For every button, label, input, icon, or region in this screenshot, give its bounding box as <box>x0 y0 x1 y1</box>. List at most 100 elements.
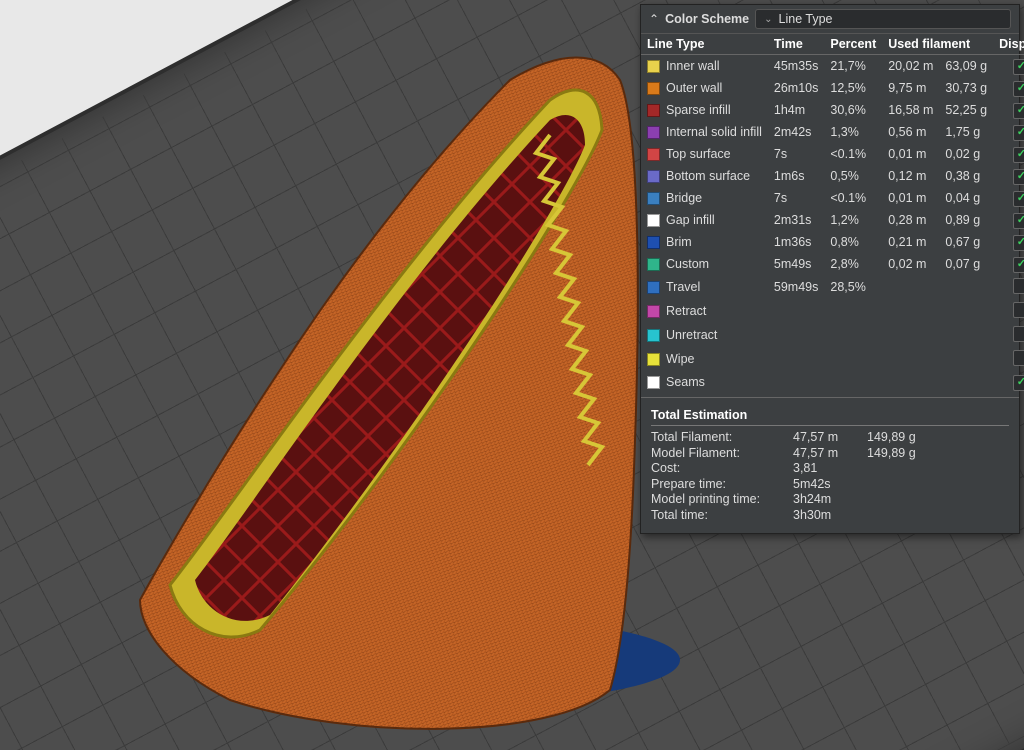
line-type-name: Internal solid infill <box>666 125 762 139</box>
col-used: Used filament <box>882 34 993 55</box>
cell-used-weight: 0,04 g <box>939 187 993 209</box>
table-row[interactable]: Sparse infill1h4m30,6%16,58 m52,25 g <box>641 99 1024 121</box>
table-row[interactable]: Brim1m36s0,8%0,21 m0,67 g <box>641 231 1024 253</box>
col-linetype: Line Type <box>641 34 768 55</box>
est-label: Cost: <box>651 461 779 475</box>
cell-percent <box>824 323 882 347</box>
display-checkbox[interactable] <box>1013 235 1024 251</box>
table-row[interactable]: Internal solid infill2m42s1,3%0,56 m1,75… <box>641 121 1024 143</box>
display-checkbox[interactable] <box>1013 350 1024 366</box>
cell-used-length: 16,58 m <box>882 99 939 121</box>
cell-percent: <0.1% <box>824 143 882 165</box>
est-label: Total time: <box>651 508 779 522</box>
line-type-name: Inner wall <box>666 59 720 73</box>
col-time: Time <box>768 34 824 55</box>
display-checkbox[interactable] <box>1013 125 1024 141</box>
line-type-name: Bottom surface <box>666 169 750 183</box>
est-label: Total Filament: <box>651 430 779 444</box>
color-swatch <box>647 60 660 73</box>
color-swatch <box>647 305 660 318</box>
display-checkbox[interactable] <box>1013 81 1024 97</box>
line-type-name: Top surface <box>666 147 731 161</box>
table-row[interactable]: Bridge7s<0.1%0,01 m0,04 g <box>641 187 1024 209</box>
line-type-name: Seams <box>666 375 705 389</box>
table-row[interactable]: Top surface7s<0.1%0,01 m0,02 g <box>641 143 1024 165</box>
cell-used-weight: 63,09 g <box>939 55 993 78</box>
estimation-row: Cost:3,81 <box>651 461 1009 475</box>
cell-percent: 1,3% <box>824 121 882 143</box>
table-row[interactable]: Unretract <box>641 323 1024 347</box>
cell-time: 2m31s <box>768 209 824 231</box>
line-type-name: Outer wall <box>666 81 722 95</box>
table-row[interactable]: Inner wall45m35s21,7%20,02 m63,09 g <box>641 55 1024 78</box>
cell-used-weight <box>939 275 993 299</box>
line-type-name: Sparse infill <box>666 103 731 117</box>
cell-time: 45m35s <box>768 55 824 78</box>
table-row[interactable]: Bottom surface1m6s0,5%0,12 m0,38 g <box>641 165 1024 187</box>
display-checkbox[interactable] <box>1013 103 1024 119</box>
cell-time: 7s <box>768 187 824 209</box>
display-checkbox[interactable] <box>1013 191 1024 207</box>
col-display: Display <box>993 34 1024 55</box>
display-checkbox[interactable] <box>1013 257 1024 273</box>
cell-used-weight: 0,67 g <box>939 231 993 253</box>
cell-time <box>768 323 824 347</box>
line-type-name: Wipe <box>666 352 694 366</box>
cell-time <box>768 299 824 323</box>
table-row[interactable]: Outer wall26m10s12,5%9,75 m30,73 g <box>641 77 1024 99</box>
cell-time: 1m6s <box>768 165 824 187</box>
cell-used-weight: 0,07 g <box>939 253 993 275</box>
color-swatch <box>647 126 660 139</box>
cell-time: 26m10s <box>768 77 824 99</box>
color-swatch <box>647 82 660 95</box>
chevron-down-icon: ⌄ <box>764 14 772 25</box>
cell-used-weight: 30,73 g <box>939 77 993 99</box>
display-checkbox[interactable] <box>1013 278 1024 294</box>
display-checkbox[interactable] <box>1013 59 1024 75</box>
est-value-1: 47,57 m <box>793 430 853 444</box>
line-type-name: Brim <box>666 235 692 249</box>
3d-viewport[interactable]: Bambu Text <box>0 0 1024 750</box>
estimation-row: Total time:3h30m <box>651 508 1009 522</box>
est-label: Model printing time: <box>651 492 779 506</box>
cell-time <box>768 371 824 393</box>
estimation-row: Model Filament:47,57 m149,89 g <box>651 446 1009 460</box>
table-row[interactable]: Custom5m49s2,8%0,02 m0,07 g <box>641 253 1024 275</box>
cell-used-length <box>882 347 939 371</box>
table-row[interactable]: Wipe <box>641 347 1024 371</box>
cell-used-length: 20,02 m <box>882 55 939 78</box>
display-checkbox[interactable] <box>1013 302 1024 318</box>
cell-time: 7s <box>768 143 824 165</box>
table-row[interactable]: Seams <box>641 371 1024 393</box>
color-swatch <box>647 281 660 294</box>
cell-percent: 12,5% <box>824 77 882 99</box>
estimation-row: Total Filament:47,57 m149,89 g <box>651 430 1009 444</box>
cell-used-weight: 52,25 g <box>939 99 993 121</box>
display-checkbox[interactable] <box>1013 326 1024 342</box>
table-row[interactable]: Retract <box>641 299 1024 323</box>
cell-used-length <box>882 299 939 323</box>
est-label: Prepare time: <box>651 477 779 491</box>
color-swatch <box>647 376 660 389</box>
cell-used-weight <box>939 299 993 323</box>
est-label: Model Filament: <box>651 446 779 460</box>
cell-time: 59m49s <box>768 275 824 299</box>
color-scheme-select[interactable]: ⌄ Line Type <box>755 9 1011 29</box>
table-row[interactable]: Gap infill2m31s1,2%0,28 m0,89 g <box>641 209 1024 231</box>
cell-percent <box>824 371 882 393</box>
cell-used-length: 0,01 m <box>882 187 939 209</box>
cell-used-weight: 0,38 g <box>939 165 993 187</box>
display-checkbox[interactable] <box>1013 213 1024 229</box>
color-swatch <box>647 258 660 271</box>
display-checkbox[interactable] <box>1013 375 1024 391</box>
cell-percent: 1,2% <box>824 209 882 231</box>
cell-time: 1h4m <box>768 99 824 121</box>
cell-used-length: 0,56 m <box>882 121 939 143</box>
panel-collapse-icon[interactable]: ⌃ <box>649 12 659 26</box>
cell-used-weight: 1,75 g <box>939 121 993 143</box>
display-checkbox[interactable] <box>1013 169 1024 185</box>
display-checkbox[interactable] <box>1013 147 1024 163</box>
table-row[interactable]: Travel59m49s28,5% <box>641 275 1024 299</box>
line-type-name: Travel <box>666 280 700 294</box>
cell-used-length <box>882 371 939 393</box>
